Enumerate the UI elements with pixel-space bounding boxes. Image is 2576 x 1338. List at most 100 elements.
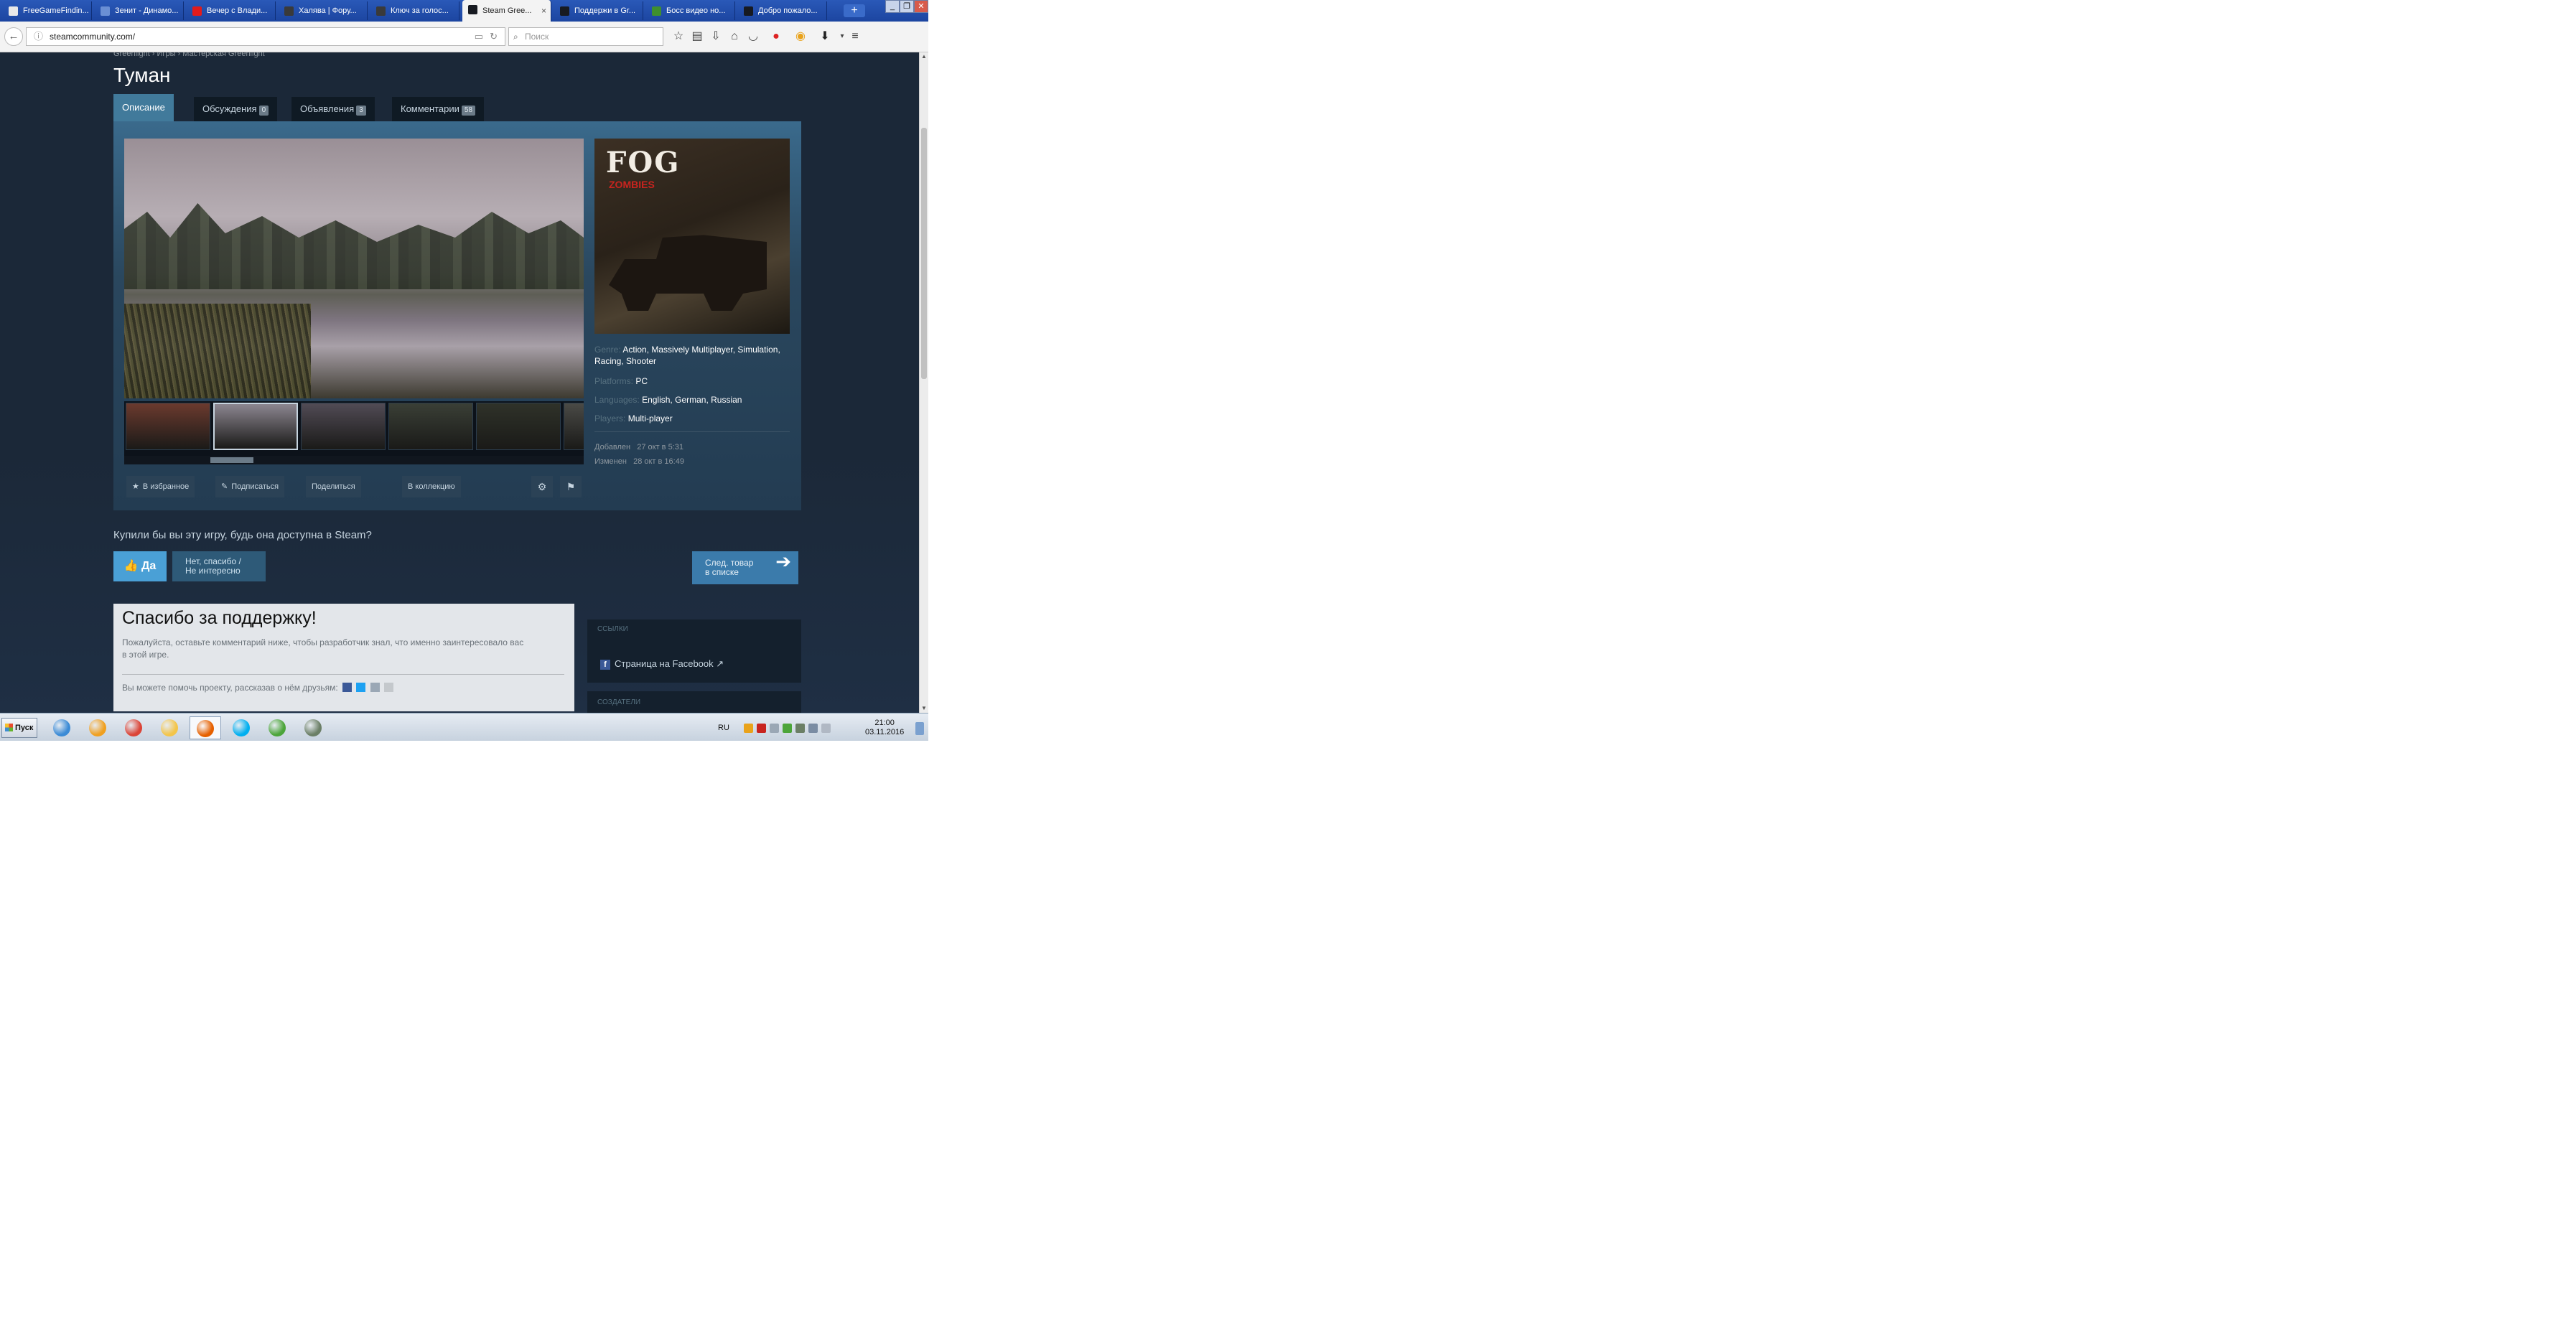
- browser-tab[interactable]: Халява | Фору...: [279, 1, 368, 20]
- home-icon[interactable]: ⌂: [727, 29, 742, 45]
- scroll-down-arrow[interactable]: ▼: [920, 704, 928, 713]
- close-window-button[interactable]: ✕: [914, 0, 928, 13]
- downloads-icon[interactable]: ⇩: [708, 29, 724, 45]
- back-button[interactable]: ←: [4, 27, 23, 46]
- meta-genre: Genre: Action, Massively Multiplayer, Si…: [594, 344, 803, 367]
- vote-yes-button[interactable]: 👍 Да: [113, 551, 167, 581]
- screenshot-thumbnail[interactable]: [213, 403, 298, 450]
- extension-icon[interactable]: ◉: [793, 29, 808, 45]
- taskbar-ie-button[interactable]: [46, 716, 78, 739]
- link-icon[interactable]: [384, 683, 394, 692]
- page-scrollbar[interactable]: ▲ ▼: [919, 52, 928, 713]
- bookmark-star-icon[interactable]: ☆: [671, 29, 686, 45]
- menu-icon[interactable]: ≡: [847, 29, 863, 45]
- next-item-button[interactable]: След. товар в списке ➔: [692, 551, 798, 584]
- scrollbar-thumb[interactable]: [210, 457, 253, 463]
- flag-icon[interactable]: ⚑: [560, 476, 582, 497]
- vote-yes-label: Да: [141, 560, 157, 572]
- taskbar-chrome-button[interactable]: [118, 716, 149, 739]
- favorite-button[interactable]: ★ В избранное: [126, 476, 195, 497]
- steam-greenlight-page: Greenlight › Игры › Мастерская Greenligh…: [0, 52, 919, 713]
- twitter-icon[interactable]: [356, 683, 366, 692]
- reload-icon[interactable]: ↻: [490, 28, 498, 45]
- tray-app-icon[interactable]: [757, 724, 766, 733]
- meta-label: Platforms:: [594, 376, 634, 386]
- links-box: ССЫЛКИ f Страница на Facebook ↗: [587, 619, 801, 683]
- network-icon[interactable]: [808, 724, 818, 733]
- thanks-title: Спасибо за поддержку!: [122, 608, 317, 628]
- tab-discussions[interactable]: Обсуждения 0: [194, 97, 278, 121]
- scroll-up-arrow[interactable]: ▲: [920, 52, 928, 61]
- tab-comments[interactable]: Комментарии 58: [392, 97, 485, 121]
- browser-tab[interactable]: Steam Gree... ×: [462, 0, 551, 22]
- tab-description[interactable]: Описание: [113, 94, 174, 121]
- forest-silhouette: [124, 203, 584, 289]
- facebook-icon[interactable]: [342, 683, 352, 692]
- follow-button[interactable]: ✎ Подписаться: [215, 476, 285, 497]
- browser-tab[interactable]: FreeGameFindin...: [3, 1, 92, 20]
- clock[interactable]: 21:00 03.11.2016: [865, 719, 904, 737]
- meta-changed: Изменен 28 окт в 16:49: [594, 456, 803, 467]
- bookmarks-list-icon[interactable]: ▤: [689, 29, 705, 45]
- meta-label: Languages:: [594, 395, 640, 405]
- taskbar-utorrent-button[interactable]: [261, 716, 293, 739]
- media-icon: [89, 719, 106, 736]
- show-desktop-button[interactable]: [915, 722, 924, 735]
- screenshot-thumbnail[interactable]: [301, 403, 386, 450]
- tray-app-icon[interactable]: [783, 724, 792, 733]
- language-indicator[interactable]: RU: [718, 724, 729, 732]
- scrollbar-thumb[interactable]: [921, 128, 927, 379]
- tab-title: Босс видео но...: [666, 6, 726, 15]
- browser-tab[interactable]: Зенит - Динамо...: [95, 1, 184, 20]
- screenshot-thumbnail[interactable]: [564, 403, 584, 450]
- close-tab-icon[interactable]: ×: [541, 0, 546, 22]
- taskbar-firefox-button[interactable]: [190, 716, 221, 739]
- tab-label: Объявления: [300, 103, 355, 114]
- start-label: Пуск: [15, 724, 34, 732]
- new-tab-button[interactable]: +: [844, 4, 865, 17]
- search-input[interactable]: ⌕ Поиск: [508, 27, 663, 46]
- facebook-page-link[interactable]: f Страница на Facebook ↗: [600, 658, 724, 670]
- pocket-icon[interactable]: ◡: [745, 29, 761, 45]
- tray-app-icon[interactable]: [744, 724, 753, 733]
- screenshot-thumbnail[interactable]: [388, 403, 473, 450]
- system-tray: RU 21:00 03.11.2016: [718, 716, 928, 739]
- thumbs-up-icon: 👍: [123, 560, 139, 572]
- gear-icon[interactable]: ⚙: [531, 476, 553, 497]
- tray-app-icon[interactable]: [770, 724, 779, 733]
- tray-app-icon[interactable]: [795, 724, 805, 733]
- screenshot-thumbnail[interactable]: [126, 403, 210, 450]
- taskbar-steam-button[interactable]: [297, 716, 329, 739]
- taskbar-skype-button[interactable]: [225, 716, 257, 739]
- browser-tab[interactable]: Босс видео но...: [646, 1, 735, 20]
- minimize-button[interactable]: _: [885, 0, 900, 13]
- share-button[interactable]: Поделиться: [306, 476, 361, 497]
- volume-icon[interactable]: [821, 724, 831, 733]
- browser-tab[interactable]: Ключ за голос...: [370, 1, 459, 20]
- breadcrumb[interactable]: Greenlight › Игры › Мастерская Greenligh…: [113, 52, 265, 58]
- tab-title: Вечер с Влади...: [207, 6, 268, 15]
- browser-tab[interactable]: Вечер с Влади...: [187, 1, 276, 20]
- tab-count-badge: 3: [356, 106, 366, 116]
- main-screenshot[interactable]: [124, 139, 584, 398]
- reader-icon[interactable]: ▭: [475, 28, 483, 45]
- thumbnail-scrollbar[interactable]: [124, 456, 584, 464]
- browser-tab[interactable]: Добро пожало...: [738, 1, 827, 20]
- adblock-icon[interactable]: ●: [768, 29, 784, 45]
- arrow-right-icon: ➔: [775, 551, 791, 572]
- tab-announcements[interactable]: Объявления 3: [291, 97, 375, 121]
- download-helper-icon[interactable]: ⬇: [817, 29, 833, 45]
- screenshot-thumbnail[interactable]: [476, 403, 561, 450]
- tab-label: Обсуждения: [202, 103, 257, 114]
- taskbar-media-button[interactable]: [82, 716, 113, 739]
- address-bar[interactable]: ⓘ steamcommunity.com/ ▭ ↻: [26, 27, 505, 46]
- vote-no-button[interactable]: Нет, спасибо / Не интересно: [172, 551, 266, 581]
- tab-title: Ключ за голос...: [391, 6, 449, 15]
- browser-tab[interactable]: Поддержи в Gr...: [554, 1, 643, 20]
- restore-button[interactable]: ❐: [900, 0, 914, 13]
- taskbar-explorer-button[interactable]: [154, 716, 185, 739]
- start-button[interactable]: Пуск: [1, 718, 37, 738]
- reddit-icon[interactable]: [370, 683, 380, 692]
- add-to-collection-button[interactable]: В коллекцию: [402, 476, 461, 497]
- tab-favicon-icon: [560, 6, 569, 16]
